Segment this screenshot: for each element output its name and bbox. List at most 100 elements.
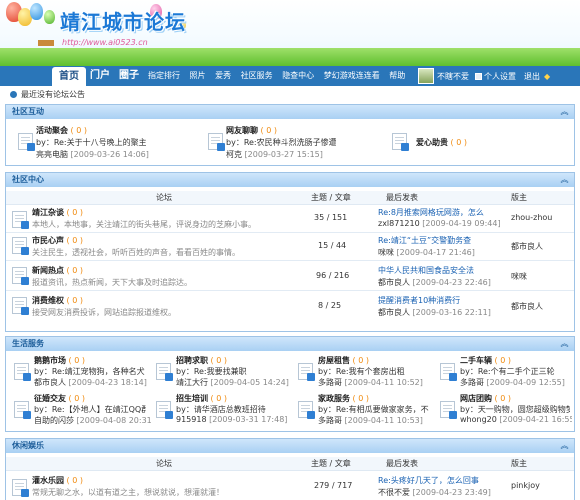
last-post-title[interactable]: Re:靖江“土豆”交警勤务查 [378, 235, 496, 246]
logout-link[interactable]: 退出 [524, 71, 540, 82]
last-post-meta: 都市良人 [2009-04-23 22:46] [378, 278, 491, 287]
forum-doc-icon [12, 237, 29, 255]
forum-title[interactable]: 房屋租售 ( 0 ) [318, 355, 369, 366]
forum-last-meta: 柯克 [2009-03-27 15:15] [226, 150, 323, 159]
forum-title[interactable]: 网友聊聊 ( 0 ) [226, 125, 277, 136]
forum-last-post[interactable]: by：Re:【外地人】在靖江QQ群 [34, 404, 146, 415]
forum-title[interactable]: 灌水乐园 ( 0 ) [32, 475, 83, 486]
last-post-meta: zxl871210 [2009-04-19 09:44] [378, 219, 501, 228]
forum-desc: 本地人，本地事，关注靖江的街头巷尾，评说身边的芝麻小事。 [32, 220, 256, 229]
forum-doc-icon [18, 133, 35, 151]
table-header: 论坛 主题 / 文章 最后发表 版主 [6, 457, 574, 471]
forum-title[interactable]: 市民心声 ( 0 ) [32, 235, 83, 246]
forum-doc-icon [298, 401, 315, 419]
main-nav: 首页 门户 圈子 指定排行 照片 爱秀 社区服务 隐查中心 梦幻游戏连连看 帮助… [0, 66, 580, 86]
forum-title[interactable]: 征婚交友 ( 0 ) [34, 393, 85, 404]
section-header: 社区互动 ︽ [6, 105, 574, 119]
section-header: 休闲娱乐 ︽ [6, 439, 574, 453]
nav-link-help[interactable]: 帮助 [389, 71, 405, 80]
forum-title[interactable]: 网店团购 ( 0 ) [460, 393, 511, 404]
announcement-bar: 最近没有论坛公告 [6, 88, 574, 102]
rss-icon[interactable]: ◆ [544, 72, 550, 81]
col-last: 最后发表 [386, 193, 418, 202]
moderator[interactable]: 都市良人 [511, 301, 543, 312]
username[interactable]: 不瞎不爱 [437, 71, 469, 82]
tab-portal[interactable]: 门户 [88, 66, 112, 86]
announcement-text: 最近没有论坛公告 [21, 90, 85, 99]
forum-title[interactable]: 鹅鹅市场 ( 0 ) [34, 355, 85, 366]
forum-title[interactable]: 招生培训 ( 0 ) [176, 393, 227, 404]
section-community-center: 社区中心 ︽ 论坛 主题 / 文章 最后发表 版主 靖江杂谈 ( 0 ) 本地人… [5, 172, 575, 332]
forum-last-post[interactable]: by：Re:我有个套房出租 [318, 366, 430, 377]
forum-doc-icon [440, 401, 457, 419]
settings-checkbox-icon [475, 72, 482, 80]
collapse-up-icon[interactable]: ︽ [560, 107, 569, 116]
forum-doc-icon [14, 363, 31, 381]
table-header: 论坛 主题 / 文章 最后发表 版主 [6, 191, 574, 205]
forum-title[interactable]: 靖江杂谈 ( 0 ) [32, 207, 83, 218]
forum-title[interactable]: 爱心助贵 ( 0 ) [416, 137, 467, 148]
forum-title[interactable]: 二手车辆 ( 0 ) [460, 355, 511, 366]
nav-link-search-center[interactable]: 隐查中心 [282, 71, 314, 80]
section-title[interactable]: 社区互动 [12, 105, 44, 119]
forum-desc: 报道资讯，热点新闻，天下大事及时追踪达。 [32, 278, 192, 287]
last-post-meta: 不很不爱 [2009-04-23 23:49] [378, 488, 491, 497]
col-topics: 主题 / 文章 [311, 459, 351, 468]
last-post-meta: 都市良人 [2009-03-16 22:11] [378, 308, 491, 317]
col-forum: 论坛 [156, 459, 172, 468]
forum-last-post[interactable]: by：Re:关于十八号晚上的聚主 [36, 137, 146, 148]
collapse-up-icon[interactable]: ︽ [560, 441, 569, 450]
forum-title[interactable]: 招聘求职 ( 0 ) [176, 355, 227, 366]
nav-link-community-services[interactable]: 社区服务 [241, 71, 273, 80]
forum-stats: 15 / 44 [318, 241, 347, 250]
last-post-title[interactable]: Re:头疼好几天了，怎么回事 [378, 475, 496, 486]
collapse-up-icon[interactable]: ︽ [560, 339, 569, 348]
nav-link-game[interactable]: 梦幻游戏连连看 [324, 71, 380, 80]
moderator[interactable]: 咪咪 [511, 271, 527, 282]
col-topics: 主题 / 文章 [311, 193, 351, 202]
last-post-title[interactable]: 提醒消费者10种消费行 [378, 295, 496, 306]
personal-settings-link[interactable]: 个人设置 [484, 71, 516, 82]
avatar[interactable] [418, 68, 434, 84]
forum-last-post[interactable]: by：请华酒店总教班招待 [176, 404, 288, 415]
site-logo-title[interactable]: 靖江城市论坛 [60, 6, 186, 35]
section-title[interactable]: 休闲娱乐 [12, 439, 44, 453]
forum-last-post[interactable]: by：Re:有相瓜要做家家务，不 [318, 404, 430, 415]
section-title[interactable]: 生活服务 [12, 337, 44, 351]
forum-last-post[interactable]: by：Re:靖江宠物狗，各种名犬 [34, 366, 146, 377]
nav-link-photos[interactable]: 照片 [190, 71, 206, 80]
forum-last-meta: 多路哥 [2009-04-11 10:53] [318, 416, 423, 425]
section-title[interactable]: 社区中心 [12, 173, 44, 187]
forum-title[interactable]: 家政服务 ( 0 ) [318, 393, 369, 404]
forum-last-post[interactable]: by：天一购物，圆您超级购物梦 [460, 404, 570, 415]
forum-stats: 96 / 216 [316, 271, 350, 280]
nav-link-ranking[interactable]: 指定排行 [148, 71, 180, 80]
forum-last-meta: 都市良人 [2009-04-23 18:14] [34, 378, 147, 387]
col-last: 最后发表 [386, 459, 418, 468]
forum-desc: 常规无聊之水，以道有道之主，想说就说，想灌就灌！ [32, 488, 224, 497]
forum-doc-icon [12, 297, 29, 315]
moderator[interactable]: zhou-zhou [511, 213, 552, 222]
forum-last-meta: whong20 [2009-04-21 16:55] [460, 415, 572, 424]
forum-stats: 8 / 25 [318, 301, 342, 310]
forum-last-meta: 靖江大行 [2009-04-05 14:24] [176, 378, 289, 387]
last-post-title[interactable]: Re:8月推索网格玩网游，怎么 [378, 207, 496, 218]
announcement-icon [10, 91, 17, 98]
forum-last-post[interactable]: by：Re:个有二手个正三轮 [460, 366, 570, 377]
last-post-title[interactable]: 中华人民共和国食品安全法 [378, 265, 496, 276]
nav-link-show[interactable]: 爱秀 [215, 71, 231, 80]
last-post-meta: 咪咪 [2009-04-17 21:46] [378, 248, 475, 257]
forum-title[interactable]: 消费维权 ( 0 ) [32, 295, 83, 306]
forum-title[interactable]: 新闻热点 ( 0 ) [32, 265, 83, 276]
tab-home[interactable]: 首页 [52, 67, 86, 86]
forum-last-post[interactable]: by：Re:农民种斗烈洗肠子惨遭 [226, 137, 336, 148]
forum-last-post[interactable]: by：Re:我要找兼职 [176, 366, 288, 377]
moderator[interactable]: pinkjoy [511, 481, 540, 490]
collapse-up-icon[interactable]: ︽ [560, 175, 569, 184]
section-community-interaction: 社区互动 ︽ 活动聚会 ( 0 ) by：Re:关于十八号晚上的聚主 亮亮电脑 … [5, 104, 575, 166]
moderator[interactable]: 都市良人 [511, 241, 543, 252]
forum-title[interactable]: 活动聚会 ( 0 ) [36, 125, 87, 136]
col-forum: 论坛 [156, 193, 172, 202]
row-separator [6, 290, 574, 291]
tab-circles[interactable]: 圈子 [116, 66, 142, 86]
